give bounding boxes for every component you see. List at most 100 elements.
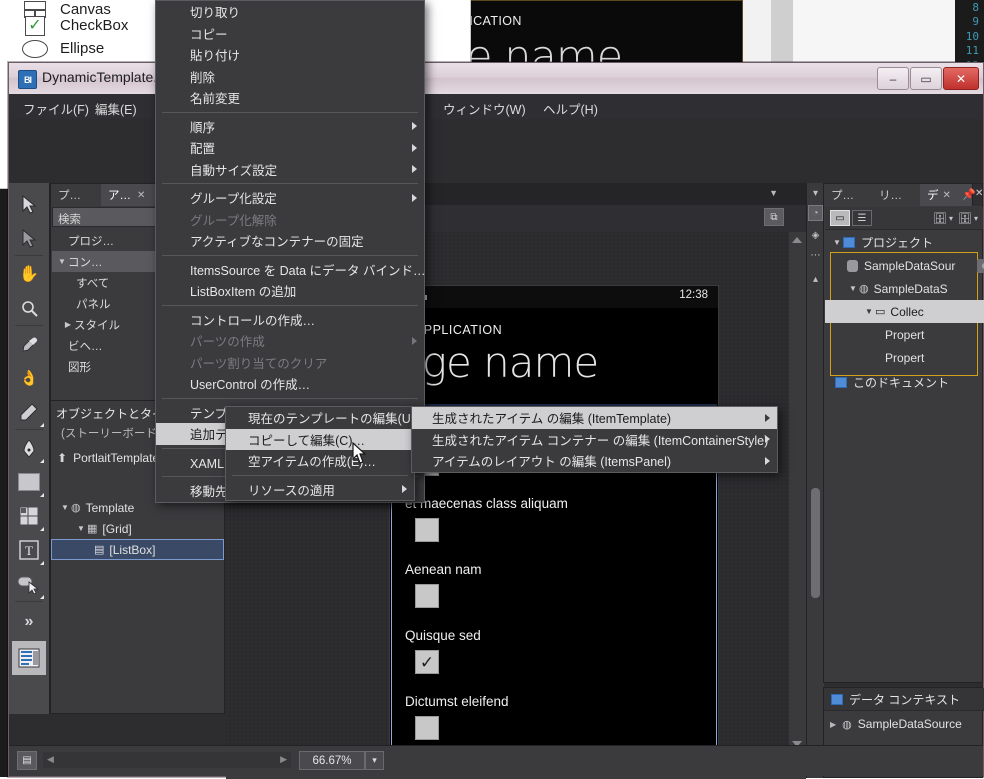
scroll-right-icon[interactable]: ▶	[280, 754, 287, 765]
list-item-checkbox[interactable]	[415, 584, 439, 608]
gutter-scrollbar-thumb[interactable]	[811, 488, 820, 598]
menu-item-paste[interactable]: 貼り付け	[156, 44, 424, 66]
row-label: Propert	[885, 351, 924, 365]
layers-icon[interactable]: ▤	[17, 751, 37, 770]
submenu-item-edit-item-container[interactable]: 生成されたアイテム コンテナー の編集 (ItemContainerStyle)	[412, 429, 777, 451]
chevron-down-icon[interactable]: ▾	[949, 214, 953, 223]
chevron-down-icon[interactable]: ▾	[974, 214, 978, 223]
pin-icon[interactable]: 📌	[962, 188, 976, 201]
canvas-vertical-scrollbar[interactable]	[789, 232, 806, 752]
phone-artboard[interactable]: 12:38 Y APPLICATION age name duis nunc e…	[389, 285, 719, 752]
menu-file[interactable]: ファイル(F)	[17, 98, 95, 119]
menu-item-copy[interactable]: コピー	[156, 23, 424, 45]
chevron-down-icon[interactable]: ▼	[863, 307, 875, 316]
ellipse-icon	[22, 39, 48, 59]
list-item-checkbox[interactable]	[415, 716, 439, 740]
minimize-button[interactable]: –	[877, 67, 909, 90]
status-scroll-track[interactable]: ◀ ▶	[43, 752, 291, 768]
list-item-checkbox[interactable]	[415, 518, 439, 542]
submenu-item-apply-resource[interactable]: リソースの適用	[226, 479, 414, 501]
menu-item-cut[interactable]: 切り取り	[156, 1, 424, 23]
grid-tool[interactable]	[12, 499, 46, 533]
data-row-property-2[interactable]: Propert ◐▾	[825, 346, 984, 369]
diamond-icon[interactable]: ◈	[808, 227, 823, 243]
data-row-sample-datasource[interactable]: ▼ ◍ SampleDataS ✚▾	[825, 277, 984, 300]
menu-help[interactable]: ヘルプ(H)	[537, 98, 604, 119]
scroll-left-icon[interactable]: ◀	[47, 754, 54, 765]
chevron-down-icon[interactable]: ▼	[59, 503, 71, 512]
object-row-grid[interactable]: ▼ ▦ [Grid]	[51, 518, 248, 539]
close-icon[interactable]: ✕	[943, 190, 951, 201]
add-sample-data-button[interactable]: 🗄	[933, 212, 947, 225]
eyedropper-tool[interactable]	[12, 327, 46, 361]
paint-bucket-tool[interactable]: 👌	[12, 361, 46, 395]
menu-item-make-usercontrol[interactable]: UserControl の作成…	[156, 373, 424, 395]
submenu-item-edit-generated-items[interactable]: 生成されたアイテム の編集 (ItemTemplate)	[412, 407, 777, 429]
selection-tool[interactable]	[12, 187, 46, 221]
chevron-right-icon[interactable]: ▶	[830, 720, 836, 729]
scroll-up-icon[interactable]: ▴	[808, 271, 823, 287]
pen-tool[interactable]	[12, 431, 46, 465]
close-icon[interactable]: ✕	[137, 190, 145, 201]
assets-panel-tool[interactable]	[12, 641, 46, 675]
submenu-item-edit-current-template[interactable]: 現在のテンプレートの編集(U)	[226, 407, 414, 429]
assets-gutter-icon[interactable]: ◔	[808, 205, 823, 221]
add-live-data-button[interactable]: 🗄	[958, 212, 972, 225]
brush-tool[interactable]	[12, 395, 46, 429]
menu-item-group-into[interactable]: グループ化設定	[156, 187, 424, 209]
menu-window[interactable]: ウィンドウ(W)	[437, 98, 532, 119]
pan-tool[interactable]: ✋	[12, 257, 46, 291]
zoom-dropdown-button[interactable]: ▾	[365, 751, 384, 770]
dots-icon[interactable]: ⋯	[808, 247, 823, 263]
submenu-item-create-empty[interactable]: 空アイテムの作成(E)…	[226, 450, 414, 472]
data-context-item[interactable]: ▶ ◍ SampleDataSource	[830, 717, 962, 731]
data-row-collection[interactable]: ▼ ▭ Collec ✎✚▾	[825, 300, 984, 323]
list-view-toggle[interactable]: ☰	[852, 210, 872, 226]
menu-item-bind-itemssource[interactable]: ItemsSource を Data にデータ バインド…	[156, 259, 424, 281]
text-tool[interactable]: T	[12, 533, 46, 567]
submenu-item-edit-items-panel[interactable]: アイテムのレイアウト の編集 (ItemsPanel)	[412, 450, 777, 472]
menu-item-auto-size[interactable]: 自動サイズ設定	[156, 159, 424, 181]
menu-item-add-listboxitem[interactable]: ListBoxItem の追加	[156, 280, 424, 302]
menu-item-pin-active-container[interactable]: アクティブなコンテナーの固定	[156, 230, 424, 252]
data-row-this-document[interactable]: このドキュメント	[825, 371, 984, 394]
list-item-checkbox-checked[interactable]: ✓	[415, 650, 439, 674]
tree-view-toggle[interactable]: ▭	[830, 210, 850, 226]
menu-item-make-control[interactable]: コントロールの作成…	[156, 309, 424, 331]
maximize-button[interactable]: ▭	[910, 67, 942, 90]
direct-selection-tool[interactable]	[12, 221, 46, 255]
chevron-down-icon[interactable]: ▼	[75, 524, 87, 533]
more-tools-button[interactable]: »	[12, 605, 46, 639]
close-icon[interactable]: ✕	[975, 188, 983, 199]
row-label: 図形	[68, 359, 91, 375]
menu-item-align[interactable]: 配置	[156, 137, 424, 159]
submenu-generated-items[interactable]: 生成されたアイテム の編集 (ItemTemplate) 生成されたアイテム コ…	[411, 406, 778, 473]
scroll-up-icon[interactable]	[792, 237, 802, 243]
zoom-tool[interactable]	[12, 291, 46, 325]
menu-edit[interactable]: 編集(E)	[89, 98, 143, 119]
data-row-project[interactable]: ▼ プロジェクト	[825, 231, 984, 254]
close-button[interactable]: ✕	[943, 67, 979, 90]
chevron-down-icon[interactable]: ▼	[56, 257, 68, 266]
chevron-down-icon[interactable]: ▼	[847, 284, 859, 293]
menu-item-delete[interactable]: 削除	[156, 66, 424, 88]
objects-root-row[interactable]: ⬆ PortlaitTemplate	[57, 451, 159, 465]
data-row-property-1[interactable]: Propert ABC▾	[825, 323, 984, 346]
rectangle-tool[interactable]	[12, 465, 46, 499]
menu-item-order[interactable]: 順序	[156, 116, 424, 138]
chevron-down-icon[interactable]: ▼	[769, 188, 778, 198]
submenu-item-edit-a-copy[interactable]: コピーして編集(C)…	[226, 429, 414, 451]
control-tool[interactable]	[12, 567, 46, 601]
submenu-additional-templates[interactable]: 現在のテンプレートの編集(U) コピーして編集(C)… 空アイテムの作成(E)……	[225, 406, 415, 501]
collection-box-icon: ▭	[875, 305, 885, 318]
data-row-sample-source[interactable]: SampleDataSour ◉▾	[825, 254, 984, 277]
magnifier-icon[interactable]: ◉	[977, 259, 984, 273]
copy-artboard-button[interactable]: ⧉	[764, 208, 784, 226]
object-row-listbox[interactable]: ▤ [ListBox]	[51, 539, 224, 560]
panel-subtitle: (ストーリーボード	[61, 425, 157, 441]
zoom-level-value[interactable]: 66.67%	[299, 751, 365, 770]
chevron-right-icon[interactable]: ▶	[62, 320, 74, 329]
chevron-down-icon[interactable]: ▼	[831, 238, 843, 247]
chevron-down-icon[interactable]: ▾	[808, 185, 823, 201]
menu-item-rename[interactable]: 名前変更	[156, 87, 424, 109]
